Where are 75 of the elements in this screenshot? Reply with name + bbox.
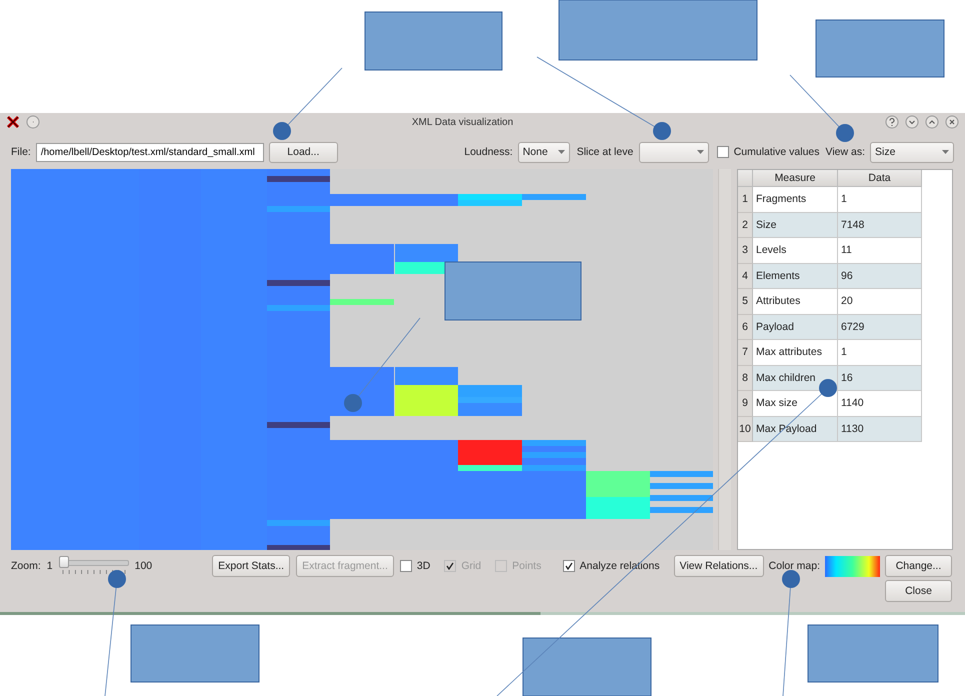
change-button[interactable]: Change...	[885, 555, 952, 577]
table-cell: 6729	[838, 314, 922, 340]
checkmark-icon	[564, 562, 573, 570]
callout-dot	[819, 379, 837, 397]
table-cell: Max size	[753, 391, 838, 416]
dropdown-caret-icon	[696, 150, 704, 154]
callout-dot	[344, 394, 362, 412]
file-label: File:	[11, 146, 31, 158]
checkmark-icon	[446, 562, 454, 570]
dropdown-caret-icon	[558, 150, 565, 154]
table-cell: Levels	[753, 238, 838, 264]
zoom-slider[interactable]	[58, 556, 129, 576]
row-number: 1	[738, 187, 753, 212]
callout-dot	[836, 124, 854, 142]
table-cell: Attributes	[753, 289, 838, 314]
table-cell: 7148	[838, 212, 922, 238]
view-as-label: View as:	[826, 146, 865, 158]
maximize-icon[interactable]	[925, 115, 939, 129]
file-path-field[interactable]: /home/lbell/Desktop/test.xml/standard_small.xml	[36, 142, 264, 162]
row-number: 3	[738, 238, 753, 264]
option-label: Grid	[461, 560, 482, 572]
export-stats-button[interactable]: Export Stats...	[212, 555, 290, 577]
table-cell: Size	[753, 212, 838, 238]
zoom-min-label: 1	[46, 560, 53, 572]
row-number: 10	[738, 416, 753, 442]
close-button[interactable]: Close	[885, 580, 952, 602]
slice-level-label: Slice at leve	[576, 146, 634, 158]
color-map-gradient	[825, 556, 880, 576]
row-number: 9	[738, 391, 753, 416]
row-number: 5	[738, 289, 753, 314]
view-as-dropdown[interactable]: Size	[870, 142, 954, 162]
table-cell: 96	[838, 264, 922, 289]
load-button[interactable]: Load...	[268, 142, 338, 162]
cumulative-label: Cumulative values	[734, 146, 820, 158]
app-x-icon	[6, 115, 20, 129]
table-cell: 1140	[838, 391, 922, 416]
table-cell: 1	[838, 340, 922, 366]
minimize-icon[interactable]	[905, 115, 919, 129]
callout-dot	[273, 122, 291, 140]
table-cell: 1	[838, 187, 922, 212]
close-icon[interactable]	[945, 115, 959, 129]
dropdown-caret-icon	[942, 150, 949, 154]
option-label: 3D	[416, 560, 430, 572]
column-header[interactable]: Measure	[753, 170, 838, 187]
table-cell: 16	[838, 366, 922, 391]
zoom-label: Zoom:	[11, 560, 41, 572]
window-title: XML Data visualization	[410, 116, 514, 128]
column-header[interactable]: Data	[838, 170, 922, 187]
analyze-relations-checkbox[interactable]	[562, 560, 575, 572]
row-number: 7	[738, 340, 753, 366]
vertical-scrollbar[interactable]	[718, 169, 731, 550]
table-cell: Fragments	[753, 187, 838, 212]
table-cell: Elements	[753, 264, 838, 289]
callout-dot	[108, 570, 126, 588]
view-relations-button[interactable]: View Relations...	[674, 555, 764, 577]
row-number: 2	[738, 212, 753, 238]
color-map-label: Color map:	[768, 560, 820, 572]
row-number: 4	[738, 264, 753, 289]
table-cell: 1130	[838, 416, 922, 442]
option-label: Points	[512, 560, 542, 572]
table-cell: Max attributes	[753, 340, 838, 366]
help-icon[interactable]	[885, 115, 899, 129]
table-cell: Payload	[753, 314, 838, 340]
callout-dot	[782, 570, 800, 588]
row-number: 8	[738, 366, 753, 391]
corner-cell	[738, 170, 753, 187]
table-cell: 11	[838, 238, 922, 264]
option-checkbox[interactable]	[400, 560, 412, 572]
loudness-dropdown[interactable]: None	[518, 142, 570, 162]
callout-dot	[653, 122, 671, 140]
table-cell: 20	[838, 289, 922, 314]
loudness-label: Loudness:	[464, 146, 513, 158]
zoom-max-label: 100	[134, 560, 152, 572]
row-number: 6	[738, 314, 753, 340]
cumulative-checkbox[interactable]	[716, 146, 729, 158]
